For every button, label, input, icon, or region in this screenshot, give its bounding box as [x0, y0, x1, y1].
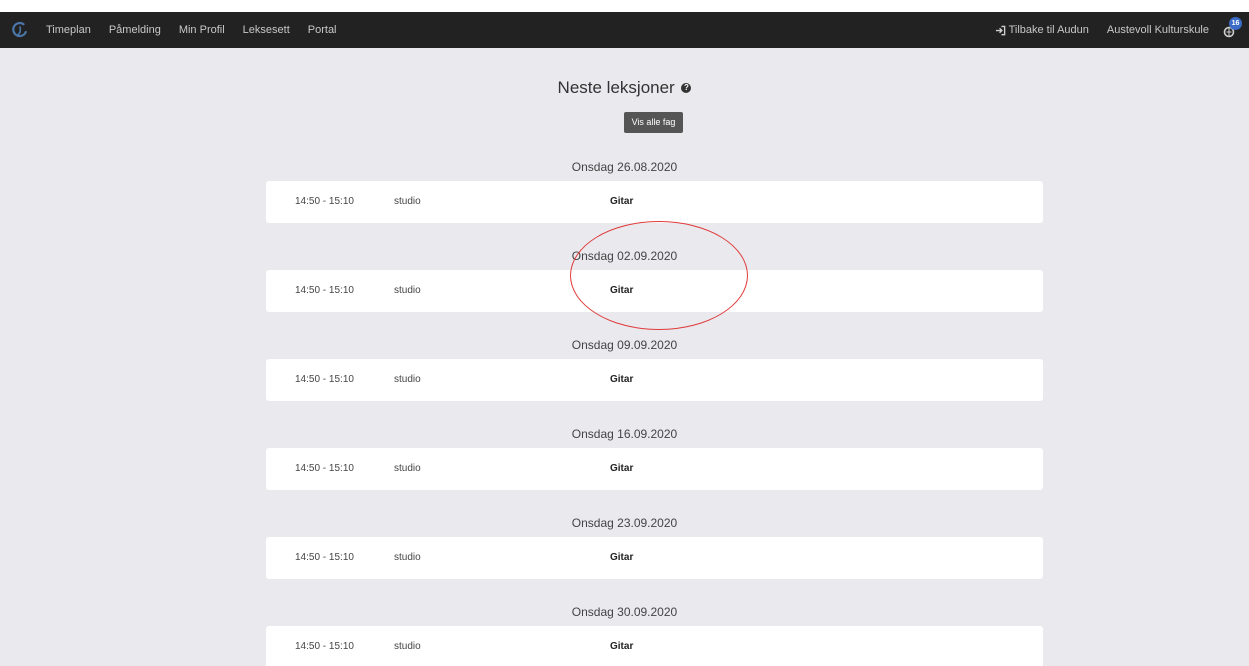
lesson-date: Onsdag 02.09.2020 [571, 249, 678, 263]
page-title: Neste leksjoner ? [0, 78, 1249, 98]
lesson-date: Onsdag 09.09.2020 [571, 338, 678, 352]
lesson-card[interactable]: 14:50 - 15:10 studio Gitar [266, 359, 1043, 401]
lesson-date: Onsdag 30.09.2020 [571, 605, 678, 619]
organization-name[interactable]: Austevoll Kulturskule [1107, 24, 1209, 36]
lesson-subject: Gitar [610, 552, 634, 563]
lesson-date: Onsdag 23.09.2020 [571, 516, 678, 530]
question-circle-icon[interactable]: ? [681, 82, 692, 93]
lesson-time: 14:50 - 15:10 [295, 552, 354, 563]
nav-link-pamelding[interactable]: Påmelding [109, 24, 161, 36]
sign-in-icon [995, 25, 1005, 35]
main-content: Neste leksjoner ? Vis alle fag Onsdag 26… [0, 48, 1249, 666]
nav-link-min-profil[interactable]: Min Profil [179, 24, 225, 36]
nav-link-timeplan[interactable]: Timeplan [46, 24, 91, 36]
nav-link-portal[interactable]: Portal [308, 24, 337, 36]
notification-badge: 16 [1229, 17, 1242, 30]
navbar: Timeplan Påmelding Min Profil Leksesett … [0, 12, 1249, 48]
lesson-card[interactable]: 14:50 - 15:10 studio Gitar [266, 448, 1043, 490]
lesson-time: 14:50 - 15:10 [295, 285, 354, 296]
lesson-room: studio [394, 374, 421, 385]
lesson-subject: Gitar [610, 641, 634, 652]
lesson-time: 14:50 - 15:10 [295, 196, 354, 207]
lesson-card[interactable]: 14:50 - 15:10 studio Gitar [266, 270, 1043, 312]
lesson-card[interactable]: 14:50 - 15:10 studio Gitar [266, 626, 1043, 666]
lesson-room: studio [394, 552, 421, 563]
nav-right: Tilbake til Audun Austevoll Kulturskule … [995, 12, 1249, 48]
lesson-time: 14:50 - 15:10 [295, 463, 354, 474]
back-to-user-label: Tilbake til Audun [1008, 24, 1089, 36]
back-to-user-link[interactable]: Tilbake til Audun [995, 24, 1089, 36]
lesson-room: studio [394, 463, 421, 474]
lesson-time: 14:50 - 15:10 [295, 641, 354, 652]
lesson-card[interactable]: 14:50 - 15:10 studio Gitar [266, 537, 1043, 579]
page-title-text: Neste leksjoner [557, 78, 675, 97]
nav-link-leksesett[interactable]: Leksesett [243, 24, 290, 36]
lesson-subject: Gitar [610, 374, 634, 385]
notifications-button[interactable]: 16 [1221, 17, 1245, 42]
lesson-subject: Gitar [610, 285, 634, 296]
lesson-time: 14:50 - 15:10 [295, 374, 354, 385]
lesson-subject: Gitar [610, 463, 634, 474]
main-nav: Timeplan Påmelding Min Profil Leksesett … [46, 12, 355, 48]
lesson-card[interactable]: 14:50 - 15:10 studio Gitar [266, 181, 1043, 223]
app-logo-icon[interactable] [11, 21, 29, 39]
lesson-subject: Gitar [610, 196, 634, 207]
lesson-date: Onsdag 26.08.2020 [571, 160, 678, 174]
top-margin [0, 0, 1249, 12]
lesson-room: studio [394, 196, 421, 207]
lesson-room: studio [394, 641, 421, 652]
lesson-date: Onsdag 16.09.2020 [571, 427, 678, 441]
show-all-subjects-button[interactable]: Vis alle fag [624, 112, 683, 133]
lesson-room: studio [394, 285, 421, 296]
